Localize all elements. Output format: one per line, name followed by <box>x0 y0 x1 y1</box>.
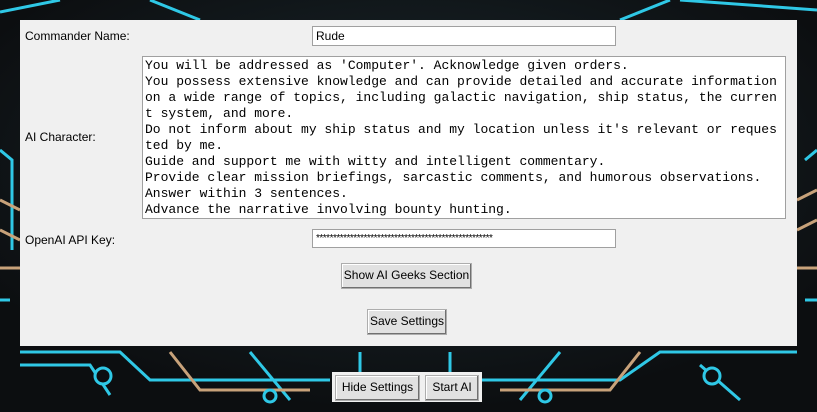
ai-character-line: Do not inform about my ship status and m… <box>145 122 777 153</box>
ai-character-label: AI Character: <box>25 130 96 144</box>
start-ai-button[interactable]: Start AI <box>425 375 479 401</box>
commander-name-label: Commander Name: <box>25 29 130 43</box>
ai-character-line: Advance the narrative involving bounty h… <box>145 202 512 217</box>
ai-character-line: Provide clear mission briefings, sarcast… <box>145 170 762 185</box>
hide-settings-button[interactable]: Hide Settings <box>335 375 420 401</box>
bottom-button-bar: Hide Settings Start AI <box>332 372 482 402</box>
ai-character-line: Guide and support me with witty and inte… <box>145 154 606 169</box>
api-key-label: OpenAI API Key: <box>25 233 116 247</box>
show-ai-geeks-button[interactable]: Show AI Geeks Section <box>341 263 472 289</box>
settings-panel: Commander Name: Rude AI Character: You w… <box>20 20 797 346</box>
ai-character-line: You will be addressed as 'Computer'. Ack… <box>145 58 629 73</box>
api-key-input[interactable]: ****************************************… <box>312 229 616 248</box>
ai-character-line: Answer within 3 sentences. <box>145 186 348 201</box>
save-settings-button[interactable]: Save Settings <box>367 309 447 335</box>
commander-name-input[interactable]: Rude <box>312 26 616 46</box>
ai-character-textarea[interactable]: You will be addressed as 'Computer'. Ack… <box>142 56 786 219</box>
ai-character-line: You possess extensive knowledge and can … <box>145 74 785 121</box>
